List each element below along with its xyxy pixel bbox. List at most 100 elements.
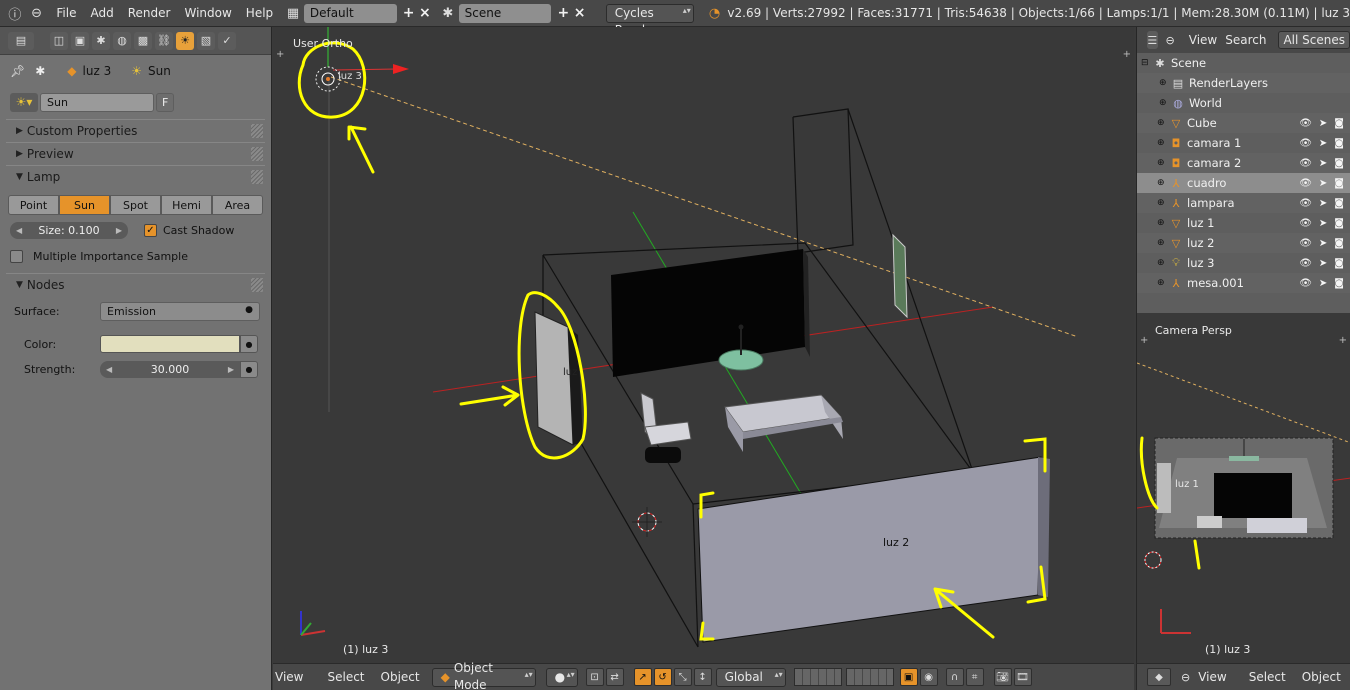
remove-scene-button[interactable]: × [574,5,586,21]
camera-render-icon[interactable]: ◙ [1334,178,1344,189]
lamp-type-area[interactable]: Area [212,195,263,215]
mode-select[interactable]: ◆ Object Mode [431,661,536,690]
eye-icon[interactable]: 👁︎ [1299,218,1312,229]
camera-menu-object[interactable]: Object [1294,670,1349,684]
eye-icon[interactable]: 👁︎ [1299,278,1312,289]
lamp-type-sun[interactable]: Sun [59,195,110,215]
eye-icon[interactable]: 👁︎ [1299,238,1312,249]
eye-icon[interactable]: 👁︎ [1299,158,1312,169]
layers-grid[interactable] [793,668,842,686]
panel-nodes[interactable]: ▼ Nodes [6,273,265,295]
size-field[interactable]: ◀ Size: 0.100 ▶ [10,221,128,239]
render-context-icon[interactable]: ◫ [50,31,68,50]
camera-plus-icon[interactable]: + [1339,335,1347,346]
outliner-item[interactable]: ⊕ ▽ luz 1 👁︎ ➤ ◙ [1137,213,1350,233]
cursor-icon[interactable]: ➤ [1319,198,1327,209]
expand-toggle-icon[interactable]: ⊕ [1157,278,1169,288]
increment-arrow-icon[interactable]: ▶ [116,226,122,235]
camera-render-icon[interactable]: ◙ [1334,198,1344,209]
lamp-type-hemi[interactable]: Hemi [161,195,212,215]
pivot-icon[interactable]: ⊡ [585,668,604,686]
lock-camera-icon[interactable]: ▣ [899,668,918,686]
menu-object[interactable]: Object [373,670,428,684]
lamp-type-spot[interactable]: Spot [110,195,161,215]
outliner-menu-search[interactable]: Search [1225,33,1266,47]
snap-element-icon[interactable]: ⌗ [965,668,984,686]
pin-icon[interactable]: 📌︎ [10,64,25,78]
object-context-icon[interactable]: ▩ [134,31,152,50]
viewport-plus-icon[interactable]: + [276,49,284,60]
outliner-item[interactable]: ⊕ ◘ camara 2 👁︎ ➤ ◙ [1137,153,1350,173]
cast-shadow-checkbox[interactable]: ✓ [144,223,157,237]
remove-layout-button[interactable]: × [419,5,431,21]
layers-grid-2[interactable] [845,668,894,686]
3d-viewport[interactable]: User Ortho luz 3 luz luz 2 (1) luz 3 + + [273,27,1134,663]
render-anim-icon[interactable]: 🎞︎ [1013,668,1032,686]
expand-toggle-icon[interactable]: ⊕ [1157,198,1169,208]
expand-toggle-icon[interactable]: ⊕ [1157,218,1169,228]
datablock-name-field[interactable]: Sun [40,92,154,112]
viewport-plus-icon[interactable]: + [1123,49,1131,60]
camera-render-icon[interactable]: ◙ [1334,118,1344,129]
expand-toggle-icon[interactable]: ⊕ [1159,78,1171,88]
menu-window[interactable]: Window [177,6,238,20]
panel-lamp[interactable]: ▼ Lamp [6,165,265,187]
panel-grip-icon[interactable] [251,124,263,138]
lamp-datablock-icon[interactable]: ☀▾ [10,92,38,112]
render-image-icon[interactable]: 📷︎ [993,668,1012,686]
camera-viewport[interactable]: Camera Persp luz 1 (1) luz 3 + + [1136,313,1350,663]
expand-toggle-icon[interactable]: ⊕ [1157,118,1169,128]
camera-plus-icon[interactable]: + [1140,335,1148,346]
eye-icon[interactable]: 👁︎ [1299,178,1312,189]
screen-layout-icon[interactable]: ▦ [286,4,300,22]
panel-grip-icon[interactable] [251,278,263,292]
camera-menu-view[interactable]: View [1190,670,1234,684]
outliner-menu-view[interactable]: View [1189,33,1217,47]
expand-toggle-icon[interactable]: ⊕ [1157,158,1169,168]
screen-layout-field[interactable]: Default [303,3,397,23]
surface-shader-select[interactable]: Emission ● [100,301,260,321]
proportional-edit-icon[interactable]: ◉ [919,668,938,686]
lamp-data-context-icon[interactable]: ☀ [176,31,194,50]
outliner-item[interactable]: ⊕ ⅄ mesa.001 👁︎ ➤ ◙ [1137,273,1350,293]
panel-grip-icon[interactable] [251,147,263,161]
add-scene-button[interactable]: + [557,5,570,21]
camera-render-icon[interactable]: ◙ [1334,138,1344,149]
panel-preview[interactable]: ▶ Preview [6,142,265,164]
camera-render-icon[interactable]: ◙ [1334,218,1344,229]
collapse-icon[interactable]: ⊖ [1166,34,1175,47]
manipulator-toggle-icon[interactable]: ⇄ [605,668,624,686]
menu-file[interactable]: File [49,6,83,20]
strength-field[interactable]: ◀ 30.000 ▶ [100,360,240,378]
info-editor-icon[interactable]: ⓘ [8,4,22,23]
expand-toggle-icon[interactable]: ⊕ [1157,258,1169,268]
camera-editor-icon[interactable]: ◆ [1147,668,1171,686]
scene-context-icon[interactable]: ✱ [92,31,110,50]
snap-toggle-icon[interactable]: ∩ [945,668,964,686]
cursor-icon[interactable]: ➤ [1319,158,1327,169]
increment-arrow-icon[interactable]: ▶ [228,365,234,374]
menu-help[interactable]: Help [239,6,280,20]
eye-icon[interactable]: 👁︎ [1299,138,1312,149]
menu-select[interactable]: Select [319,670,372,684]
transform-icon[interactable]: ↕ [693,668,712,686]
menu-view[interactable]: View [273,670,311,684]
world-context-icon[interactable]: ◍ [113,31,131,50]
cursor-icon[interactable]: ➤ [1319,178,1327,189]
outliner-item[interactable]: ⊕ ▤ RenderLayers [1137,73,1350,93]
strength-socket-button[interactable]: ● [240,360,258,378]
camera-render-icon[interactable]: ◙ [1334,258,1344,269]
eye-icon[interactable]: 👁︎ [1299,258,1312,269]
scene-field[interactable]: Scene [458,3,552,23]
emission-color-swatch[interactable] [100,335,240,353]
render-engine-select[interactable]: Cycles Render [605,3,694,37]
menu-render[interactable]: Render [121,6,178,20]
panel-custom-properties[interactable]: ▶ Custom Properties [6,119,265,141]
lamp-type-point[interactable]: Point [8,195,59,215]
menu-add[interactable]: Add [84,6,121,20]
expand-toggle-icon[interactable]: ⊕ [1157,138,1169,148]
layers-context-icon[interactable]: ▣ [71,31,89,50]
cursor-icon[interactable]: ➤ [1319,118,1327,129]
texture-context-icon[interactable]: ▧ [197,31,215,50]
editor-type-icon[interactable]: ▤ [8,31,34,50]
